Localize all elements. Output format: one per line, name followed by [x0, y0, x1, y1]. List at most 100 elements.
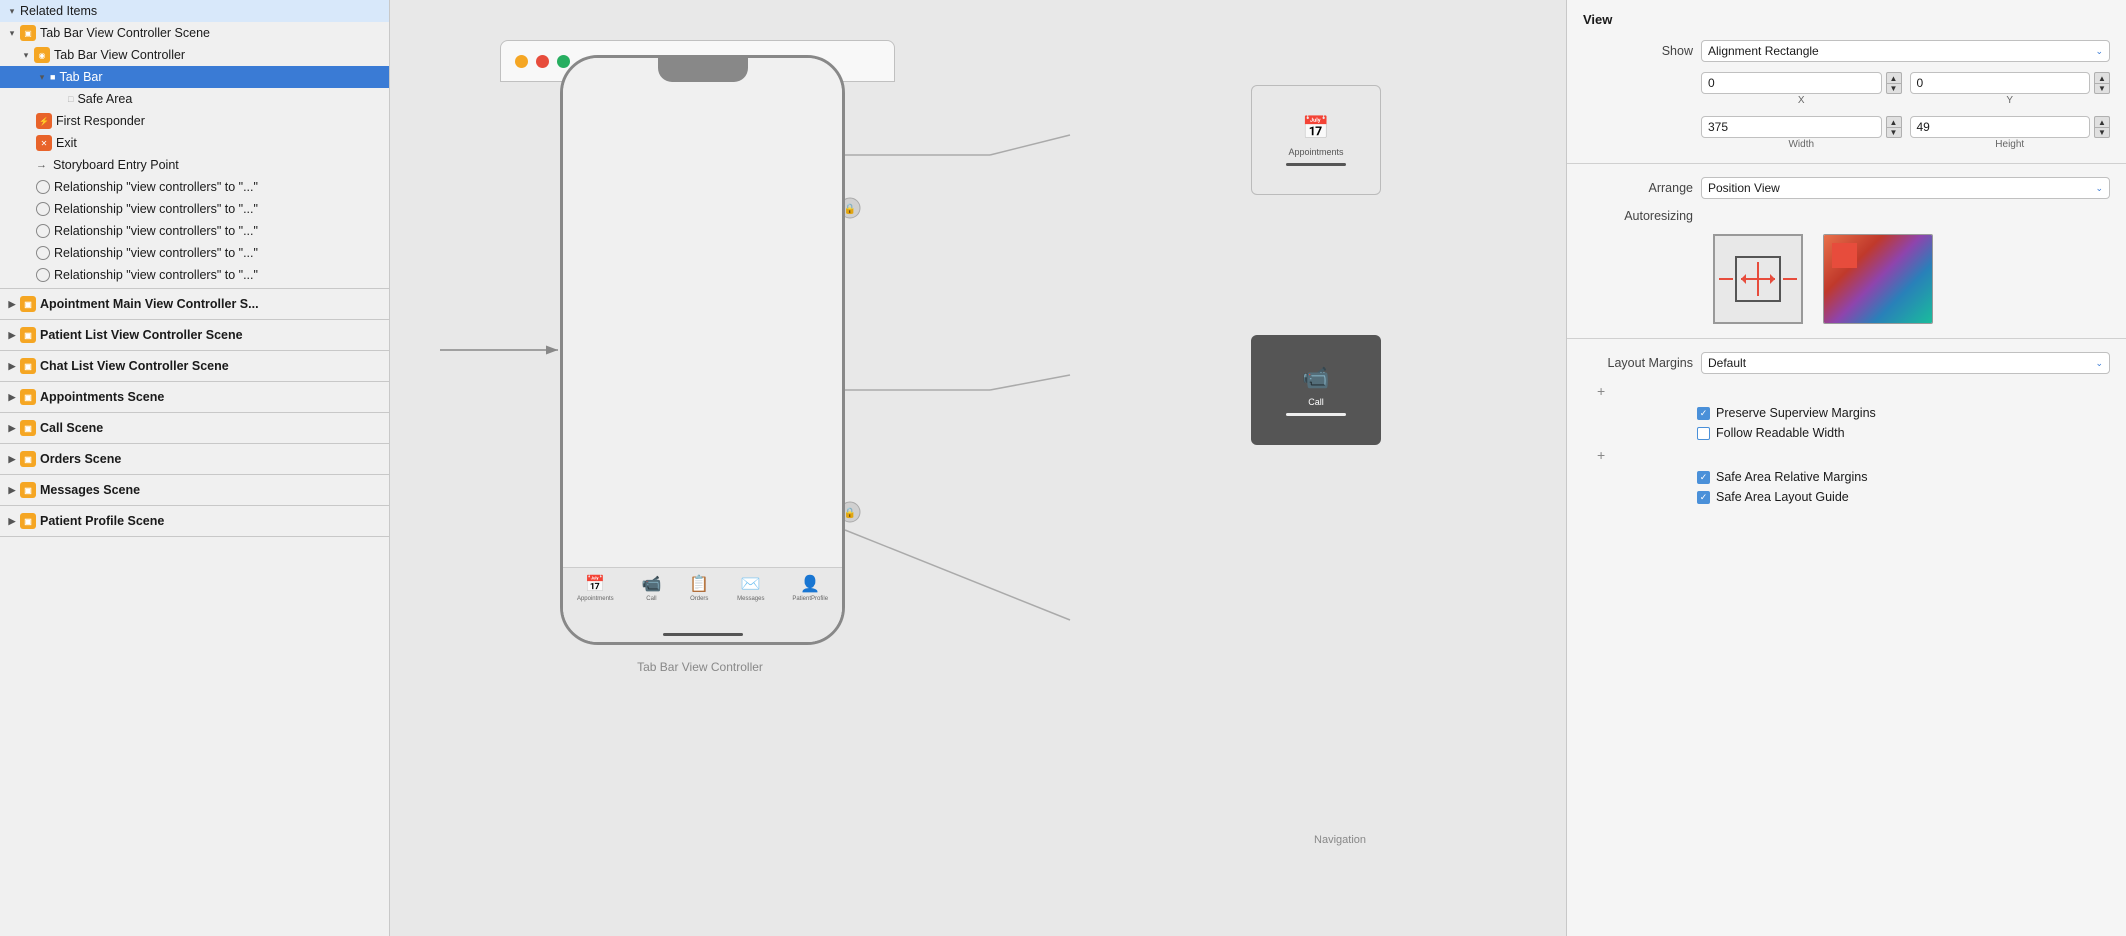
x-stepper[interactable]: ▲ ▼: [1886, 72, 1902, 94]
sidebar-item-apointment-main[interactable]: ▶ ▣ Apointment Main View Controller S...: [0, 291, 389, 317]
tab-messages[interactable]: ✉️ Messages: [737, 574, 764, 602]
height-input[interactable]: 49: [1910, 116, 2091, 138]
sidebar-item-messages[interactable]: ▶ ▣ Messages Scene: [0, 477, 389, 503]
x-input-row: 0 ▲ ▼: [1701, 72, 1902, 94]
tab-orders[interactable]: 📋 Orders: [689, 574, 709, 602]
preview-image: [1824, 235, 1932, 323]
checkbox-safe-area-margins[interactable]: [1697, 471, 1710, 484]
chevron-right-icon: ▶: [6, 391, 18, 403]
sidebar-item-relationship-4[interactable]: Relationship "view controllers" to "...": [0, 242, 389, 264]
checkbox-preserve-superview[interactable]: [1697, 407, 1710, 420]
tab-profile-label: PatientProfile: [792, 596, 828, 602]
chevron-right-icon: ▶: [6, 422, 18, 434]
layout-margins-label: Layout Margins: [1583, 356, 1693, 370]
plus-icon[interactable]: +: [1583, 381, 1619, 401]
sidebar-item-exit[interactable]: ✕ Exit: [0, 132, 389, 154]
resize-vertical-arrow: [1757, 262, 1759, 296]
sidebar-item-tabbar-scene[interactable]: ▾ ▣ Tab Bar View Controller Scene: [0, 22, 389, 44]
home-indicator: [663, 633, 743, 636]
section-icon: ▣: [20, 513, 36, 529]
width-stepper[interactable]: ▲ ▼: [1886, 116, 1902, 138]
entry-point-label: Storyboard Entry Point: [53, 158, 179, 172]
tab-profile[interactable]: 👤 PatientProfile: [792, 574, 828, 602]
sidebar-item-patient-list[interactable]: ▶ ▣ Patient List View Controller Scene: [0, 322, 389, 348]
checkbox-safe-area-layout[interactable]: [1697, 491, 1710, 504]
appointments-card-label: Appointments: [1288, 147, 1343, 157]
arrange-select[interactable]: Position View ⌄: [1701, 177, 2110, 199]
plus-icon-2[interactable]: +: [1583, 445, 1619, 465]
right-panel-title: View: [1567, 0, 2126, 35]
xy-pair: 0 ▲ ▼ X 0 ▲ ▼: [1701, 72, 2110, 106]
relationship-label-2: Relationship "view controllers" to "...": [54, 202, 258, 216]
x-decrement[interactable]: ▼: [1886, 83, 1902, 94]
y-increment[interactable]: ▲: [2094, 72, 2110, 83]
sidebar-item-relationship-5[interactable]: Relationship "view controllers" to "...": [0, 264, 389, 286]
checkbox-readable-width[interactable]: [1697, 427, 1710, 440]
svg-text:🔒: 🔒: [844, 203, 856, 215]
sidebar-item-orders[interactable]: ▶ ▣ Orders Scene: [0, 446, 389, 472]
wh-row: 375 ▲ ▼ Width 49 ▲ ▼: [1567, 111, 2126, 155]
autoresizing-label-row: Autoresizing: [1567, 204, 2126, 228]
phone-tab-bar: 📅 Appointments 📹 Call 📋 Orders ✉️ Messag…: [563, 567, 842, 642]
tab-call[interactable]: 📹 Call: [642, 574, 662, 602]
y-input[interactable]: 0: [1910, 72, 2091, 94]
section-icon: ▣: [20, 358, 36, 374]
arrange-row: Arrange Position View ⌄: [1567, 172, 2126, 204]
navigation-label: Navigation: [1314, 834, 1366, 846]
show-select[interactable]: Alignment Rectangle ⌄: [1701, 40, 2110, 62]
chevron-right-icon: ▶: [6, 329, 18, 341]
autoresizing-container: [1567, 228, 2126, 330]
height-decrement[interactable]: ▼: [2094, 127, 2110, 138]
chevron-down-icon: ⌄: [2095, 358, 2103, 369]
chevron-right-icon: ▶: [6, 298, 18, 310]
sidebar-item-entry-point[interactable]: → Storyboard Entry Point: [0, 154, 389, 176]
sidebar-item-relationship-1[interactable]: Relationship "view controllers" to "...": [0, 176, 389, 198]
y-decrement[interactable]: ▼: [2094, 83, 2110, 94]
layout-margins-select[interactable]: Default ⌄: [1701, 352, 2110, 374]
xy-row: 0 ▲ ▼ X 0 ▲ ▼: [1567, 67, 2126, 111]
sidebar-item-tabbar[interactable]: ▾ ■ Tab Bar: [0, 66, 389, 88]
tabbar-dot-icon: ■: [50, 72, 55, 82]
sidebar-item-first-responder[interactable]: ⚡ First Responder: [0, 110, 389, 132]
y-group: 0 ▲ ▼ Y: [1910, 72, 2111, 106]
sidebar-item-relationship-3[interactable]: Relationship "view controllers" to "...": [0, 220, 389, 242]
chevron-right-icon: ▶: [6, 453, 18, 465]
sidebar-item-patient-profile[interactable]: ▶ ▣ Patient Profile Scene: [0, 508, 389, 534]
safearea-icon: □: [68, 94, 73, 104]
height-increment[interactable]: ▲: [2094, 116, 2110, 127]
layout-margins-value: Default: [1708, 356, 1746, 370]
checkbox-safe-area-layout-label: Safe Area Layout Guide: [1716, 490, 1849, 504]
y-stepper[interactable]: ▲ ▼: [2094, 72, 2110, 94]
sidebar-item-appointments[interactable]: ▶ ▣ Appointments Scene: [0, 384, 389, 410]
x-label: X: [1701, 95, 1902, 106]
sidebar-item-tabbar-controller[interactable]: ▾ ◉ Tab Bar View Controller: [0, 44, 389, 66]
traffic-light-red[interactable]: [536, 55, 549, 68]
svg-text:🔒: 🔒: [844, 507, 856, 519]
x-input[interactable]: 0: [1701, 72, 1882, 94]
tab-orders-icon: 📋: [689, 574, 709, 594]
controller-label: Tab Bar View Controller: [54, 48, 185, 62]
sidebar-item-chat-list[interactable]: ▶ ▣ Chat List View Controller Scene: [0, 353, 389, 379]
related-items-header[interactable]: ▾ Related Items: [0, 0, 389, 22]
chevron-down-icon: ▾: [20, 49, 32, 61]
autoresizing-preview: [1823, 234, 1933, 324]
width-increment[interactable]: ▲: [1886, 116, 1902, 127]
sidebar-item-safe-area[interactable]: □ Safe Area: [0, 88, 389, 110]
checkbox-preserve-superview-label: Preserve Superview Margins: [1716, 406, 1876, 420]
height-stepper[interactable]: ▲ ▼: [2094, 116, 2110, 138]
autoresizing-box[interactable]: [1713, 234, 1803, 324]
outer-left-arrow: [1719, 278, 1733, 280]
tab-appointments[interactable]: 📅 Appointments: [577, 574, 614, 602]
traffic-light-yellow[interactable]: [515, 55, 528, 68]
autoresizing-label: Autoresizing: [1583, 209, 1693, 223]
width-decrement[interactable]: ▼: [1886, 127, 1902, 138]
width-input[interactable]: 375: [1701, 116, 1882, 138]
arrange-label: Arrange: [1583, 181, 1693, 195]
checkbox-row-4: Safe Area Layout Guide: [1567, 487, 2126, 507]
call-card-label: Call: [1308, 397, 1324, 407]
section-icon: ▣: [20, 327, 36, 343]
x-increment[interactable]: ▲: [1886, 72, 1902, 83]
sidebar-item-call[interactable]: ▶ ▣ Call Scene: [0, 415, 389, 441]
sidebar-item-relationship-2[interactable]: Relationship "view controllers" to "...": [0, 198, 389, 220]
scene-label: Tab Bar View Controller Scene: [40, 26, 210, 40]
